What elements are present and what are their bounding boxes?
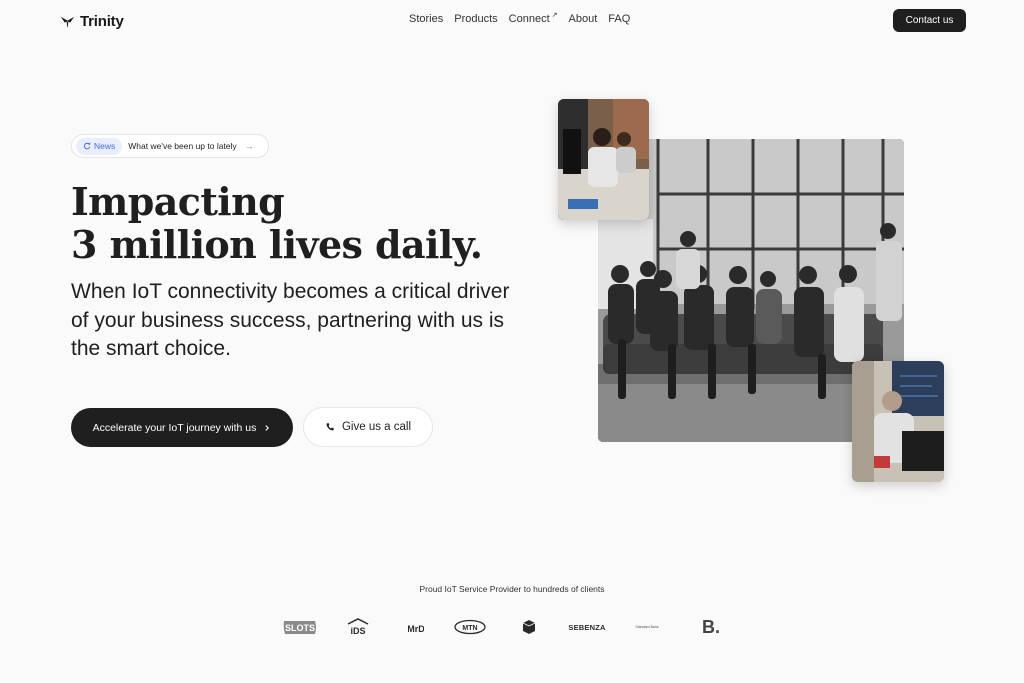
standard-bank-logo: Standard Bank xyxy=(635,623,659,631)
box-logo xyxy=(522,619,536,635)
accelerate-journey-button[interactable]: Accelerate your IoT journey with us xyxy=(71,408,293,447)
arrow-right-icon: → xyxy=(244,141,254,151)
brand[interactable]: Trinity xyxy=(60,11,124,31)
nav-connect-label: Connect xyxy=(508,13,550,25)
sebenza-logo-text: SEBENZA xyxy=(568,622,606,632)
external-link-icon: ↗ xyxy=(551,12,558,19)
mrd-logo-icon: MrD xyxy=(408,624,424,634)
ids-logo-icon: iDS xyxy=(347,618,369,636)
hero-title-line2: 3 million lives daily. xyxy=(71,222,483,267)
phone-icon xyxy=(326,423,334,431)
hero-title-line1: Impacting xyxy=(71,179,285,224)
engineer-photo xyxy=(852,361,944,482)
hero-title: Impacting 3 million lives daily. xyxy=(71,180,501,266)
news-tag-label: News xyxy=(94,141,116,151)
box-logo-icon xyxy=(522,620,536,634)
give-us-a-call-label: Give us a call xyxy=(341,421,412,433)
mrd-logo-text: MrD xyxy=(408,624,424,634)
news-tag: News xyxy=(76,137,123,155)
main-menu: Stories Products Connect ↗ About FAQ xyxy=(409,12,630,25)
news-pill[interactable]: News What we've been up to lately → xyxy=(71,134,269,158)
mtn-logo: MTN xyxy=(454,619,486,635)
clients-title: Proud IoT Service Provider to hundreds o… xyxy=(419,584,605,594)
nav-faq[interactable]: FAQ xyxy=(608,13,630,25)
mrd-logo: MrD xyxy=(408,618,424,636)
brand-name: Trinity xyxy=(80,12,124,30)
ids-logo: iDS xyxy=(346,618,370,636)
slots-logo: SLOTS xyxy=(282,617,318,637)
chevron-right-icon xyxy=(265,424,270,431)
standard-bank-logo-text: Standard Bank xyxy=(635,625,659,629)
top-nav: Trinity Stories Products Connect ↗ About … xyxy=(0,0,1024,42)
refresh-icon xyxy=(83,142,91,150)
give-us-a-call-button[interactable]: Give us a call xyxy=(303,407,433,447)
sebenza-logo: SEBENZA xyxy=(568,622,606,632)
nav-stories[interactable]: Stories xyxy=(409,13,443,25)
accelerate-journey-label: Accelerate your IoT journey with us xyxy=(92,421,257,434)
slots-logo-text: SLOTS xyxy=(285,623,315,633)
mtn-logo-text: MTN xyxy=(462,625,477,632)
client-logos: SLOTS iDS MrD MTN SEBENZA Standard Bank xyxy=(282,615,721,639)
contact-us-button[interactable]: Contact us xyxy=(893,9,966,32)
b-logo: B. xyxy=(701,617,721,638)
b-logo-text: B. xyxy=(702,616,720,637)
news-text: What we've been up to lately xyxy=(128,141,237,151)
nav-about[interactable]: About xyxy=(569,13,598,25)
trinity-logo-icon xyxy=(60,16,75,27)
ids-logo-text: iDS xyxy=(350,626,365,636)
hero-subtitle: When IoT connectivity becomes a critical… xyxy=(71,280,510,360)
slots-logo-icon: SLOTS xyxy=(283,621,316,634)
mtn-logo-icon: MTN xyxy=(454,619,486,635)
nav-products[interactable]: Products xyxy=(454,13,497,25)
nav-connect[interactable]: Connect ↗ xyxy=(508,12,558,25)
office-worker-photo xyxy=(558,99,649,220)
